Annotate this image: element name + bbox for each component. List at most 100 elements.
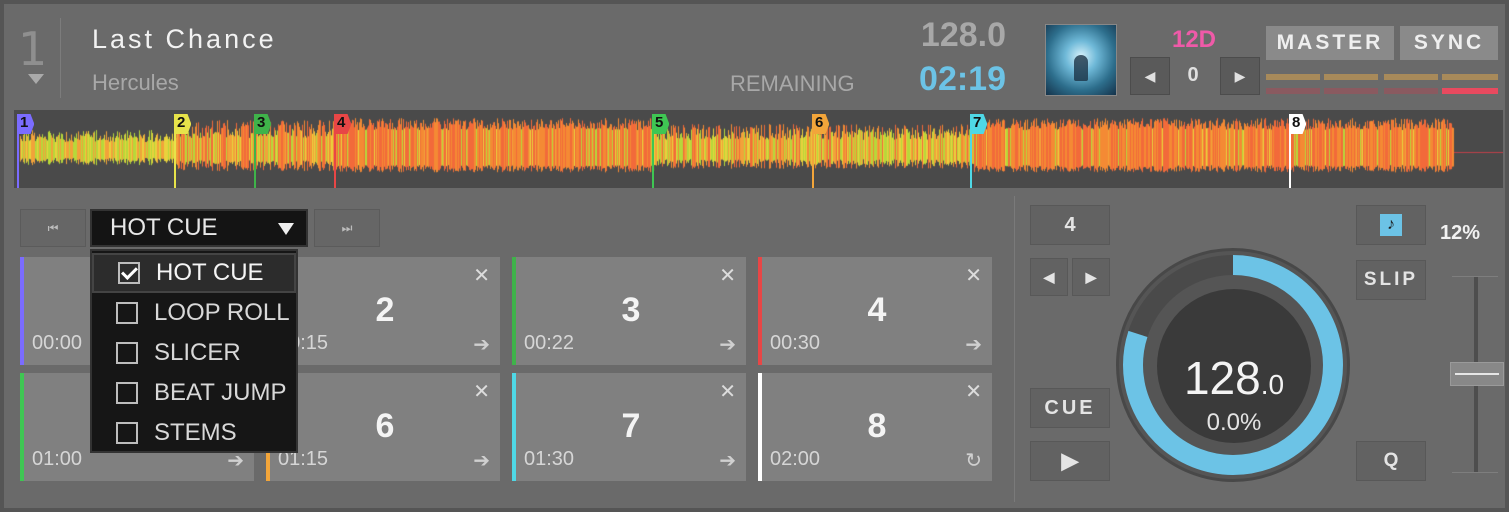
menu-item-label: BEAT JUMP [154, 379, 287, 406]
level-meter-segment [1324, 88, 1378, 94]
close-icon[interactable]: ✕ [965, 379, 982, 404]
menu-item-hot-cue[interactable]: HOT CUE [92, 253, 296, 293]
checkbox-icon [116, 382, 138, 404]
key-down-button[interactable]: ◀ [1130, 57, 1170, 95]
beat-jump-size-button[interactable]: 4 [1030, 205, 1110, 245]
checkbox-icon [116, 422, 138, 444]
key-lock-button[interactable]: ♪ [1356, 205, 1426, 245]
beat-jump-forward-button[interactable]: ▶ [1072, 258, 1110, 296]
menu-item-beat-jump[interactable]: BEAT JUMP [92, 373, 296, 413]
level-meter-segment [1384, 74, 1438, 80]
pad-number: 7 [621, 407, 641, 445]
triangle-right-icon: ▶ [1234, 67, 1246, 84]
menu-item-label: STEMS [154, 419, 237, 446]
hot-cue-pad-6[interactable]: 6 01:15 ✕ ➔ [266, 373, 500, 481]
close-icon[interactable]: ✕ [473, 379, 490, 404]
header-divider [60, 18, 61, 98]
prev-page-button[interactable]: ⏮ [20, 209, 86, 247]
triangle-right-icon: ▶ [1085, 268, 1097, 285]
quantize-button[interactable]: Q [1356, 441, 1426, 481]
menu-item-slicer[interactable]: SLICER [92, 333, 296, 373]
album-cover [1045, 24, 1117, 96]
close-icon[interactable]: ✕ [473, 263, 490, 288]
menu-item-label: SLICER [154, 339, 241, 366]
close-icon[interactable]: ✕ [719, 379, 736, 404]
pad-time: 02:00 [770, 448, 821, 470]
hot-cue-pad-4[interactable]: 4 00:30 ✕ ➔ [758, 257, 992, 365]
level-meter-segment [1442, 74, 1498, 80]
pad-number: 3 [621, 291, 641, 329]
arrow-right-icon: ➔ [719, 334, 736, 356]
beat-jump-back-button[interactable]: ◀ [1030, 258, 1068, 296]
jog-wheel[interactable]: 128.0 0.0% [1116, 248, 1350, 482]
checkbox-icon [116, 302, 138, 324]
cue-button[interactable]: CUE [1030, 388, 1110, 428]
next-page-button[interactable]: ⏭ [314, 209, 380, 247]
sync-button[interactable]: SYNC [1400, 26, 1498, 60]
track-key: 12D [1171, 26, 1217, 53]
pitch-range: 12% [1440, 222, 1481, 244]
waveform-canvas [14, 110, 1503, 188]
menu-item-loop-roll[interactable]: LOOP ROLL [92, 293, 296, 333]
triangle-left-icon: ◀ [1043, 268, 1055, 285]
pad-number: 6 [375, 407, 395, 445]
jog-center: 128.0 0.0% [1157, 289, 1311, 443]
pad-time: 01:00 [32, 448, 83, 470]
triangle-left-icon: ◀ [1144, 67, 1156, 84]
hot-cue-pad-8[interactable]: 8 02:00 ✕ ↻ [758, 373, 992, 481]
pad-mode-menu: HOT CUE LOOP ROLL SLICER BEAT JUMP STEMS [90, 249, 298, 453]
jog-pitch: 0.0% [1206, 409, 1262, 436]
pad-mode-select[interactable]: HOT CUE [90, 209, 308, 247]
key-up-button[interactable]: ▶ [1220, 57, 1260, 95]
waveform-overview[interactable]: 1 2 3 4 5 6 7 8 [14, 110, 1503, 188]
loop-icon[interactable]: ↻ [965, 448, 982, 473]
level-meter-segment [1442, 88, 1498, 94]
pad-number: 2 [375, 291, 395, 329]
hot-cue-pad-7[interactable]: 7 01:30 ✕ ➔ [512, 373, 746, 481]
jog-bpm: 128.0 [1157, 351, 1311, 405]
menu-item-label: LOOP ROLL [154, 299, 290, 326]
menu-item-label: HOT CUE [156, 259, 264, 286]
chevron-down-icon [278, 223, 294, 235]
pad-time: 01:30 [524, 448, 575, 470]
level-meter-segment [1266, 74, 1320, 80]
remaining-label: REMAINING [730, 71, 855, 96]
key-offset: 0 [1187, 64, 1199, 86]
fader-tick [1452, 276, 1498, 277]
master-button[interactable]: MASTER [1266, 26, 1394, 60]
deck-panel: 1 Last Chance Hercules 128.0 REMAINING 0… [0, 0, 1509, 512]
arrow-right-icon: ➔ [965, 334, 982, 356]
jog-bpm-dec: .0 [1260, 369, 1285, 400]
deck-number: 1 [18, 22, 48, 76]
jog-bpm-int: 128 [1183, 352, 1261, 404]
checkbox-icon [116, 342, 138, 364]
pad-number: 8 [867, 407, 887, 445]
menu-item-stems[interactable]: STEMS [92, 413, 296, 453]
arrow-right-icon: ➔ [473, 334, 490, 356]
deck-menu-arrow-icon[interactable] [28, 74, 44, 84]
level-meter-segment [1324, 74, 1378, 80]
pad-time: 00:30 [770, 332, 821, 354]
fader-tick [1452, 472, 1498, 473]
section-divider [1014, 196, 1015, 502]
track-bpm: 128.0 [920, 16, 1006, 54]
cover-figure [1074, 55, 1088, 81]
level-meter-segment [1384, 88, 1438, 94]
pad-number: 4 [867, 291, 887, 329]
pad-mode-value: HOT CUE [110, 214, 218, 241]
hot-cue-pad-3[interactable]: 3 00:22 ✕ ➔ [512, 257, 746, 365]
close-icon[interactable]: ✕ [719, 263, 736, 288]
play-button[interactable]: ▶ [1030, 441, 1110, 481]
music-note-icon: ♪ [1380, 214, 1402, 236]
skip-forward-icon: ⏭ [341, 220, 353, 235]
hot-cue-pad-2[interactable]: 2 00:15 ✕ ➔ [266, 257, 500, 365]
arrow-right-icon: ➔ [473, 450, 490, 472]
arrow-right-icon: ➔ [719, 450, 736, 472]
close-icon[interactable]: ✕ [965, 263, 982, 288]
level-meter-segment [1266, 88, 1320, 94]
pitch-fader-handle[interactable] [1450, 362, 1504, 386]
track-artist: Hercules [92, 70, 179, 95]
play-icon: ▶ [1061, 448, 1079, 473]
pad-time: 00:22 [524, 332, 575, 354]
slip-button[interactable]: SLIP [1356, 260, 1426, 300]
